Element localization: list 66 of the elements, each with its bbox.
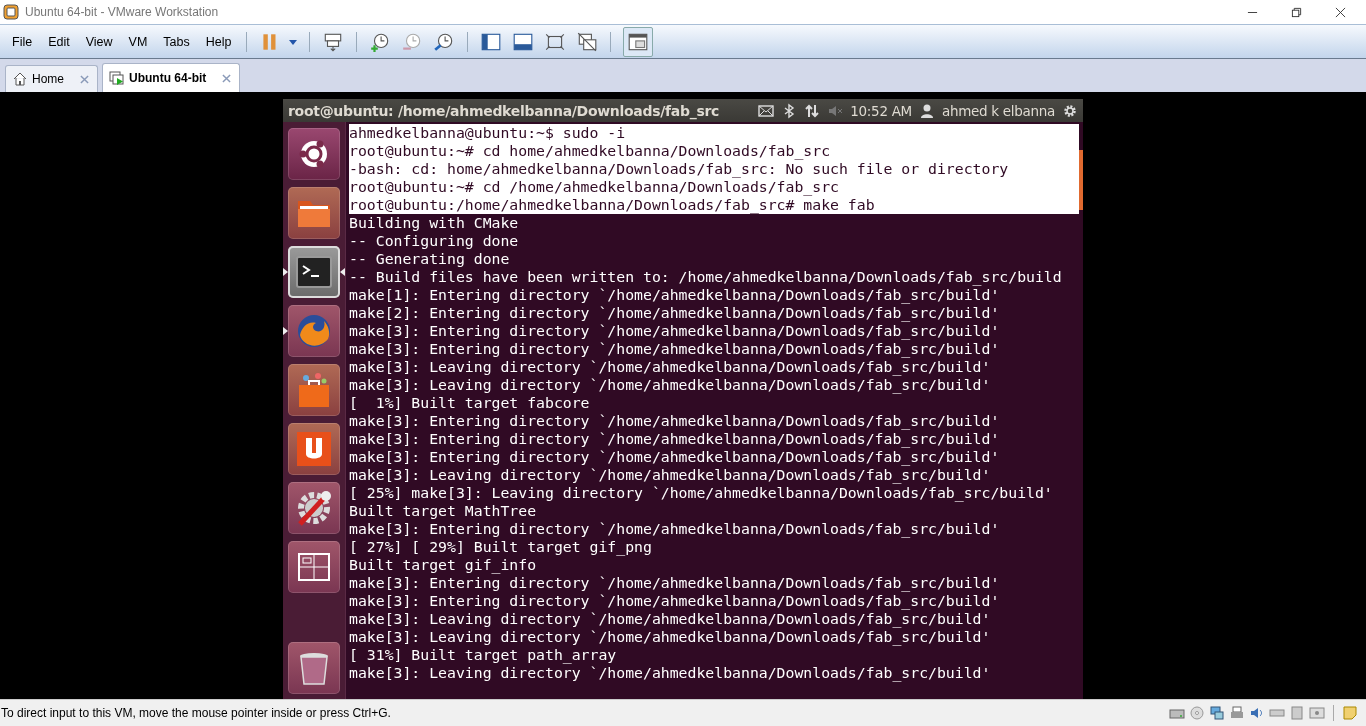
status-text: To direct input to this VM, move the mouse pointer inside or press Ctrl+G.: [0, 706, 391, 720]
terminal-line: make[3]: Entering directory `/home/ahmedkelbanna/Downloads/fab_src/build': [349, 430, 1001, 448]
terminal-line: make[3]: Entering directory `/home/ahmedkelbanna/Downloads/fab_src/build': [349, 448, 1001, 466]
launcher-item[interactable]: [288, 187, 340, 239]
user-name[interactable]: ahmed k elbanna: [941, 102, 1055, 119]
terminal-line: [ 27%] [ 29%] Built target gif_png: [349, 538, 653, 556]
terminal-line: make[3]: Entering directory `/home/ahmedkelbanna/Downloads/fab_src/build': [349, 322, 1001, 340]
launcher-item[interactable]: [288, 482, 340, 534]
terminal-line: make[2]: Entering directory `/home/ahmedkelbanna/Downloads/fab_src/build': [349, 304, 1001, 322]
terminal-line: Built target MathTree: [349, 502, 538, 520]
launcher-item[interactable]: [288, 541, 340, 593]
vm-screen[interactable]: [283, 99, 1083, 699]
vm-icon: [109, 70, 125, 86]
terminal-line: Built target gif_info: [349, 556, 538, 574]
launcher-item[interactable]: [288, 423, 340, 475]
terminal-line: make[3]: Leaving directory `/home/ahmedkelbanna/Downloads/fab_src/build': [349, 358, 992, 376]
close-icon[interactable]: [1335, 6, 1346, 18]
launcher-item[interactable]: [288, 642, 340, 694]
menu-item[interactable]: File: [4, 31, 41, 52]
menu-item[interactable]: Help: [197, 31, 240, 52]
unity-icon[interactable]: [576, 30, 599, 53]
scrollbar-thumb[interactable]: [1079, 150, 1083, 210]
tab[interactable]: Ubuntu 64-bit: [102, 63, 241, 92]
printer-icon[interactable]: [1229, 705, 1245, 721]
terminal-line: make[3]: Leaving directory `/home/ahmedkelbanna/Downloads/fab_src/build': [349, 376, 992, 394]
network-icon[interactable]: [804, 102, 821, 119]
terminal-line: Building with CMake: [349, 214, 520, 232]
display-icon[interactable]: [1309, 705, 1325, 721]
terminal-line: [ 31%] Built target path_array: [349, 646, 618, 664]
terminal-line: make[3]: Leaving directory `/home/ahmedkelbanna/Downloads/fab_src/build': [349, 610, 992, 628]
menu-item[interactable]: Tabs: [155, 31, 198, 52]
menu-item[interactable]: View: [77, 31, 121, 52]
u-letter-icon: [294, 429, 334, 469]
terminal-line: make[3]: Entering directory `/home/ahmedkelbanna/Downloads/fab_src/build': [349, 574, 1001, 592]
terminal-line: make[3]: Leaving directory `/home/ahmedkelbanna/Downloads/fab_src/build': [349, 664, 992, 682]
menu-item[interactable]: Edit: [40, 31, 78, 52]
console-view-icon[interactable]: [623, 26, 654, 57]
terminal-line: [ 25%] make[3]: Leaving directory `/home/ahmedkelbanna/Downloads/fab_src/build': [349, 484, 1054, 502]
terminal-line: -- Generating done: [349, 250, 511, 268]
terminal-line: -- Build files have been written to: /home/ahmedkelbanna/Downloads/fab_src/build: [349, 268, 1063, 286]
terminal-line: make[3]: Entering directory `/home/ahmedkelbanna/Downloads/fab_src/build': [349, 340, 1001, 358]
terminal-line: [ 1%] Built target fabcore: [349, 394, 591, 412]
terminal-line: make[1]: Entering directory `/home/ahmedkelbanna/Downloads/fab_src/build': [349, 286, 1001, 304]
user-icon: [918, 102, 935, 119]
terminal-line: make[3]: Leaving directory `/home/ahmedkelbanna/Downloads/fab_src/build': [349, 628, 992, 646]
window-title: Ubuntu 64-bit - VMware Workstation: [25, 5, 219, 19]
mail-icon[interactable]: [758, 102, 775, 119]
terminal-line: make[3]: Leaving directory `/home/ahmedkelbanna/Downloads/fab_src/build': [349, 466, 992, 484]
menu-item[interactable]: VM: [120, 31, 156, 52]
terminal-line: make[3]: Entering directory `/home/ahmedkelbanna/Downloads/fab_src/build': [349, 592, 1001, 610]
settings-icon[interactable]: [1062, 102, 1078, 119]
home-icon: [12, 71, 28, 87]
terminal-line: -- Configuring done: [349, 232, 520, 250]
terminal-line: make[3]: Entering directory `/home/ahmedkelbanna/Downloads/fab_src/build': [349, 520, 1001, 538]
tab-label: Home: [32, 72, 64, 86]
speaker-icon[interactable]: [1249, 705, 1265, 721]
restore-icon[interactable]: [1291, 6, 1302, 18]
tab[interactable]: Home: [5, 65, 98, 92]
app-logo-icon: [3, 4, 19, 20]
network-adapter-icon[interactable]: [1209, 705, 1225, 721]
launcher-item[interactable]: [288, 246, 340, 298]
terminal-line: make[3]: Entering directory `/home/ahmedkelbanna/Downloads/fab_src/build': [349, 412, 1001, 430]
tab-label: Ubuntu 64-bit: [129, 71, 207, 85]
launcher-item[interactable]: [288, 128, 340, 180]
clock[interactable]: 10:52 AM: [850, 102, 912, 119]
window-title: root@ubuntu: /home/ahmedkelbanna/Downloads/fab_src: [288, 102, 720, 119]
